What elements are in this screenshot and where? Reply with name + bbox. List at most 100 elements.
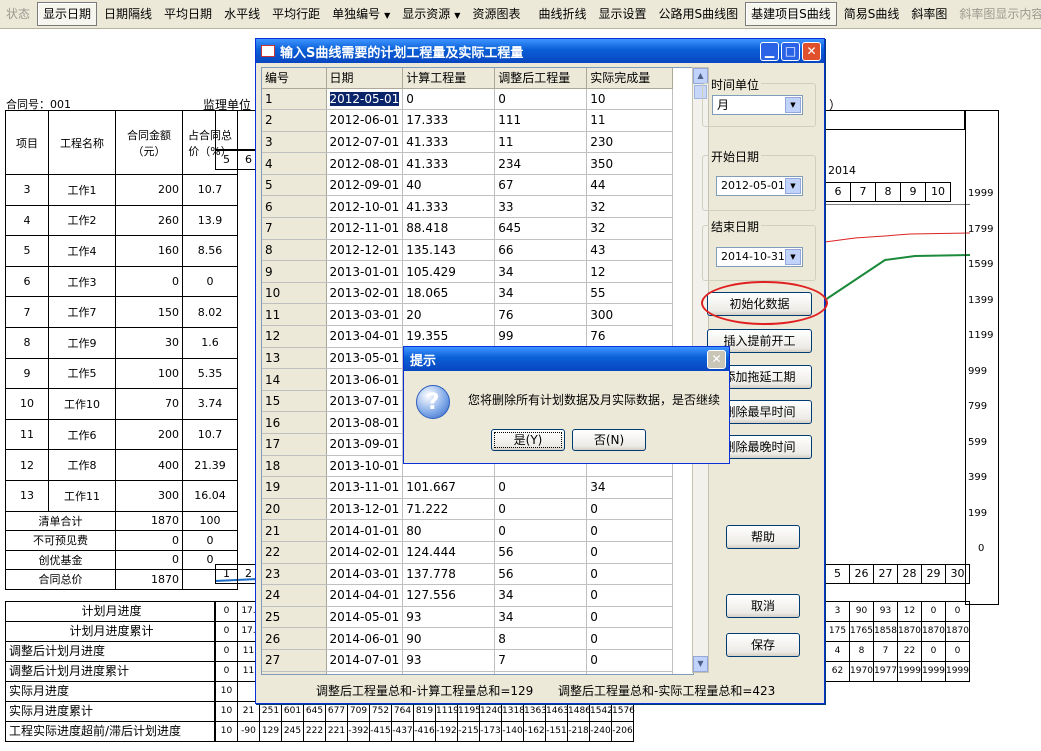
help-button[interactable]: 帮助 [726,525,800,549]
save-button[interactable]: 保存 [726,633,800,657]
toolbar-slope-display-content-button[interactable]: 斜率图显示内容 [954,3,1041,25]
column-header[interactable]: 实际完成量 [586,68,674,89]
table-row[interactable]: 24 2014-04-01 127.556 34 0 [262,584,674,607]
table-cell[interactable]: 80 [402,519,496,542]
table-cell[interactable]: 43 [586,239,674,262]
toolbar-average-row-spacing-button[interactable]: 平均行距 [267,3,325,25]
table-cell[interactable]: 18.065 [402,282,496,305]
table-cell[interactable]: 93 [402,606,496,629]
table-cell[interactable]: 12 [586,260,674,283]
table-cell[interactable]: 0 [586,519,674,542]
column-header[interactable]: 计算工程量 [402,68,496,89]
table-cell[interactable]: 0 [586,627,674,650]
table-cell[interactable]: 40 [402,174,496,197]
table-row[interactable]: 19 2013-11-01 101.667 0 34 [262,476,674,499]
table-cell[interactable]: 2012-12-01 [326,239,404,262]
table-row[interactable]: 282014-08-0112220 [262,671,674,674]
confirm-titlebar[interactable]: 提示 ✕ [404,347,729,371]
table-cell[interactable]: 8 [494,627,588,650]
table-cell[interactable]: 111 [494,109,588,132]
table-cell[interactable]: 11 [586,109,674,132]
toolbar-status-button[interactable]: 状态 [1,3,35,25]
table-cell[interactable]: 22 [494,671,588,674]
table-cell[interactable]: 41.333 [402,152,496,175]
table-cell[interactable]: 20 [402,303,496,327]
table-cell[interactable]: 124.444 [402,541,496,564]
table-cell[interactable]: 19.355 [402,325,496,348]
table-cell[interactable]: 34 [494,282,588,305]
table-cell[interactable]: 56 [494,563,588,586]
table-cell[interactable]: 2013-12-01 [326,498,404,521]
table-cell[interactable]: 32 [586,195,674,219]
table-cell[interactable]: 0 [586,541,674,564]
table-cell[interactable]: 2014-05-01 [326,606,404,629]
toolbar-highway-s-curve-button[interactable]: 公路用S曲线图 [653,3,743,25]
table-row[interactable]: 5 2012-09-01 40 67 44 [262,174,674,197]
table-cell[interactable]: 76 [494,303,588,327]
no-button[interactable]: 否(N) [572,429,646,451]
table-cell[interactable]: 0 [586,671,674,674]
table-cell[interactable]: 300 [586,303,674,327]
table-cell[interactable]: 2013-02-01 [326,282,404,305]
toolbar-slope-chart-button[interactable]: 斜率图 [906,3,952,25]
table-cell[interactable]: 2013-08-01 [326,411,404,434]
table-cell[interactable]: 10 [586,88,674,111]
table-cell[interactable]: 2014-04-01 [326,584,404,607]
table-cell[interactable]: 33 [494,195,588,219]
table-cell[interactable]: 0 [494,88,588,111]
yes-button[interactable]: 是(Y) [491,429,565,451]
table-cell[interactable]: 2013-03-01 [326,303,404,327]
table-row[interactable]: 21 2014-01-01 80 0 0 [262,519,674,542]
table-cell[interactable]: 34 [494,260,588,283]
table-row[interactable]: 6 2012-10-01 41.333 33 32 [262,195,674,219]
table-cell[interactable]: 2013-10-01 [326,455,404,478]
toolbar-average-date-button[interactable]: 平均日期 [159,3,217,25]
table-cell[interactable]: 32 [586,217,674,240]
end-date-picker[interactable]: 2014-10-31 ▼ [716,247,803,267]
table-cell[interactable]: 0 [494,476,588,499]
table-cell[interactable]: 41.333 [402,131,496,154]
table-cell[interactable]: 0 [586,584,674,607]
table-cell[interactable]: 66 [494,239,588,262]
table-cell[interactable]: 2012-11-01 [326,217,404,240]
scroll-down-button[interactable]: ▼ [693,656,708,672]
table-cell[interactable]: 0 [402,88,496,111]
table-cell[interactable]: 350 [586,152,674,175]
table-row[interactable]: 1 2012-05-01 0 0 10 [262,88,674,111]
table-cell[interactable]: 34 [586,476,674,499]
table-row[interactable]: 10 2013-02-01 18.065 34 55 [262,282,674,305]
table-cell[interactable]: 17.333 [402,109,496,132]
confirm-close-button[interactable]: ✕ [707,349,726,369]
table-row[interactable]: 27 2014-07-01 93 7 0 [262,649,674,672]
table-cell[interactable]: 645 [494,217,588,240]
table-cell[interactable]: 93 [402,649,496,672]
table-cell[interactable]: 2012-06-01 [326,109,404,132]
table-cell[interactable]: 0 [586,649,674,672]
table-cell[interactable]: 2013-07-01 [326,390,404,413]
table-cell[interactable]: 2014-06-01 [326,627,404,650]
table-cell[interactable]: 88.418 [402,217,496,240]
table-cell[interactable]: 41.333 [402,195,496,219]
toolbar-resource-chart-button[interactable]: 资源图表 [467,3,525,25]
table-cell[interactable]: 234 [494,152,588,175]
toolbar-show-date-button[interactable]: 显示日期 [37,2,98,26]
table-row[interactable]: 2 2012-06-01 17.333 111 11 [262,109,674,132]
table-cell[interactable]: 76 [586,325,674,348]
table-cell[interactable]: 2014-03-01 [326,563,404,586]
table-cell[interactable]: 34 [494,584,588,607]
dialog-titlebar[interactable]: 输入S曲线需要的计划工程量及实际工程量 ▁ □ ✕ [256,39,824,63]
table-row[interactable]: 26 2014-06-01 90 8 0 [262,627,674,650]
table-cell[interactable]: 34 [494,606,588,629]
table-row[interactable]: 23 2014-03-01 137.778 56 0 [262,563,674,586]
toolbar-show-resources-button[interactable]: 显示资源 ▼ [397,3,465,25]
table-cell[interactable]: 135.143 [402,239,496,262]
table-cell[interactable]: 2013-05-01 [326,347,404,370]
table-cell[interactable]: 2012-05-01 [326,88,404,111]
table-cell[interactable]: 2014-01-01 [326,519,404,542]
dropdown-icon[interactable]: ▼ [785,249,801,265]
dropdown-icon[interactable]: ▼ [785,97,801,113]
maximize-button[interactable]: □ [781,41,800,61]
table-cell[interactable]: 2012-09-01 [326,174,404,197]
table-cell[interactable]: 101.667 [402,476,496,499]
cancel-button[interactable]: 取消 [726,594,800,618]
